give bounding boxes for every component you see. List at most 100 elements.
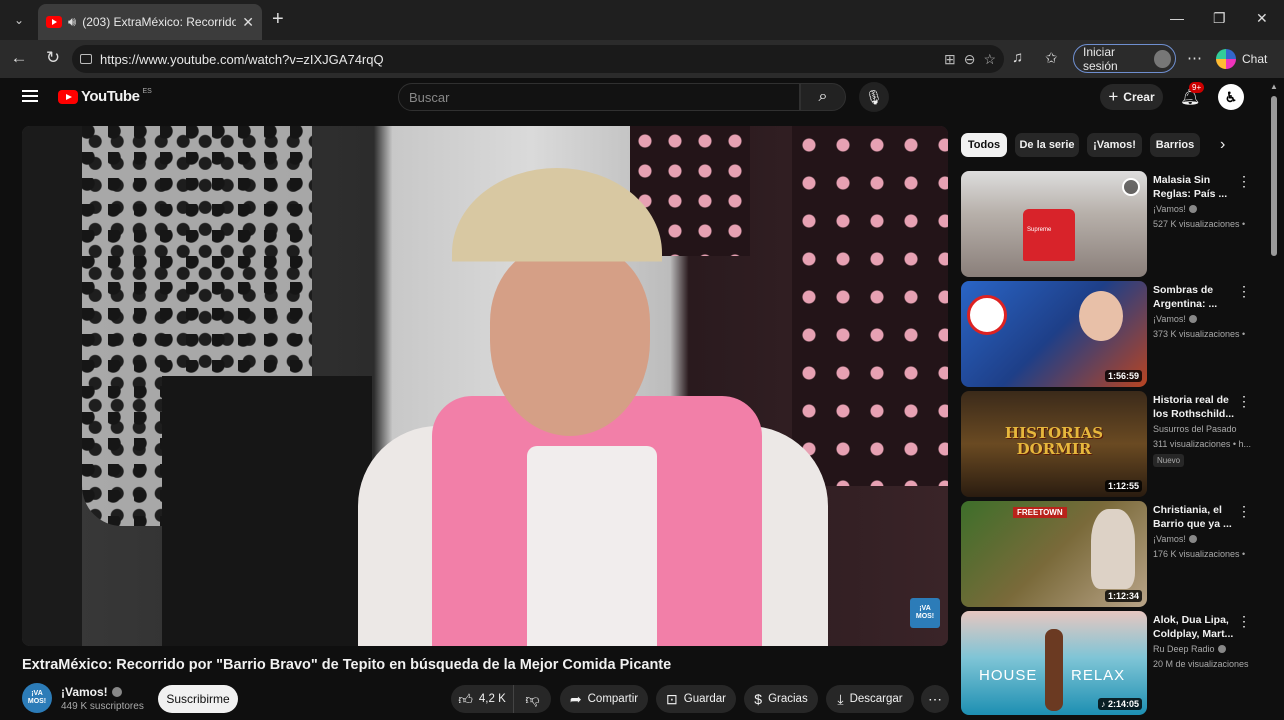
recommended-title[interactable]: Malasia Sin Reglas: País ... xyxy=(1153,173,1235,201)
video-duration-text: 2:14:05 xyxy=(1107,699,1139,709)
recommended-title[interactable]: Christiania, el Barrio que ya ... xyxy=(1153,503,1235,531)
video-duration: 1:12:55 xyxy=(1104,480,1142,492)
browser-tabstrip: ⌄ 🔊︎ (203) ExtraMéxico: Recorrido p ✕ + … xyxy=(0,0,1284,40)
thumbs-up-icon: 👍︎ xyxy=(458,690,473,707)
thumbnail-face xyxy=(1079,291,1123,341)
browser-tab[interactable]: 🔊︎ (203) ExtraMéxico: Recorrido p ✕ xyxy=(38,4,262,40)
recommended-video[interactable]: HOUSE RELAX ♪ 2:14:05 Alok, Dua Lipa, Co… xyxy=(961,611,1261,715)
video-player[interactable]: ¡VA MOS! xyxy=(22,126,948,646)
watch-later-icon[interactable] xyxy=(1122,178,1140,196)
bookmark-icon: ⊡ xyxy=(666,690,678,707)
more-options-icon[interactable]: ⋯ xyxy=(1187,49,1202,67)
voice-search-button[interactable]: 🎙︎ xyxy=(859,82,889,112)
recommended-video[interactable]: Supreme Malasia Sin Reglas: País ... ¡Va… xyxy=(961,171,1261,277)
close-window-icon[interactable]: ✕ xyxy=(1256,10,1268,27)
menu-icon[interactable] xyxy=(22,90,38,102)
subscribe-button[interactable]: Suscribirme xyxy=(158,685,238,713)
back-icon[interactable]: ← xyxy=(8,48,30,68)
search-button[interactable]: ⌕ xyxy=(800,83,846,111)
close-tab-icon[interactable]: ✕ xyxy=(242,14,254,31)
like-count: 4,2 K xyxy=(478,693,506,705)
chip-de-la-serie[interactable]: De la serie xyxy=(1015,133,1079,157)
share-icon: ➦ xyxy=(569,690,582,707)
thumbs-down-icon: 👎︎ xyxy=(525,690,540,707)
video-thumbnail[interactable]: HOUSE RELAX ♪ 2:14:05 xyxy=(961,611,1147,715)
chip-todos[interactable]: Todos xyxy=(961,133,1007,157)
scrollbar-thumb[interactable] xyxy=(1271,96,1277,256)
more-vertical-icon[interactable]: ⋮ xyxy=(1237,173,1251,190)
copilot-chat-button[interactable]: Chat xyxy=(1216,46,1267,72)
scroll-up-icon[interactable]: ▲ xyxy=(1270,82,1278,91)
channel-name[interactable]: ¡Vamos! xyxy=(61,685,108,699)
recommended-video[interactable]: FREETOWN 1:12:34 Christiania, el Barrio … xyxy=(961,501,1261,607)
chevron-right-icon[interactable]: › xyxy=(1220,136,1225,154)
download-label: Descargar xyxy=(849,693,903,705)
youtube-header: YouTube ES Buscar ⌕ 🎙︎ + Crear 🔔︎ 9+ ♿︎ xyxy=(0,78,1270,118)
recommended-channel[interactable]: ¡Vamos! xyxy=(1153,314,1186,324)
new-tab-icon[interactable]: + xyxy=(272,9,284,29)
more-horizontal-icon: ⋯ xyxy=(928,690,942,707)
tab-search-icon[interactable]: ⌄ xyxy=(8,9,30,31)
minimize-icon[interactable]: — xyxy=(1170,10,1184,26)
video-scene-face xyxy=(490,246,650,436)
reload-icon[interactable]: ↻ xyxy=(42,48,64,68)
app-available-icon[interactable]: ⊞ xyxy=(944,51,956,68)
more-vertical-icon[interactable]: ⋮ xyxy=(1237,613,1251,630)
recommended-channel[interactable]: ¡Vamos! xyxy=(1153,534,1186,544)
recommended-title[interactable]: Sombras de Argentina: ... xyxy=(1153,283,1235,311)
recommended-channel-row[interactable]: Susurros del Pasado xyxy=(1153,424,1237,434)
favorites-icon[interactable]: ✩ xyxy=(1045,49,1058,67)
channel-avatar[interactable]: ¡VA MOS! xyxy=(22,683,52,713)
youtube-logo[interactable]: YouTube ES xyxy=(58,88,152,105)
video-thumbnail[interactable]: HISTORIAS DORMIR 1:12:55 xyxy=(961,391,1147,497)
create-button[interactable]: + Crear xyxy=(1100,84,1163,110)
recommended-video[interactable]: HISTORIAS DORMIR 1:12:55 Historia real d… xyxy=(961,391,1261,497)
video-thumbnail[interactable]: FREETOWN 1:12:34 xyxy=(961,501,1147,607)
search-icon: ⌕ xyxy=(818,88,828,105)
save-button[interactable]: ⊡ Guardar xyxy=(656,685,736,713)
recommended-title[interactable]: Alok, Dua Lipa, Coldplay, Mart... xyxy=(1153,613,1235,641)
subscriber-count: 449 K suscriptores xyxy=(61,701,144,712)
accessibility-avatar-icon[interactable]: ♿︎ xyxy=(1218,84,1244,110)
more-vertical-icon[interactable]: ⋮ xyxy=(1237,283,1251,300)
signin-button[interactable]: Iniciar sesión xyxy=(1073,44,1176,73)
recommended-channel[interactable]: ¡Vamos! xyxy=(1153,204,1186,214)
maximize-icon[interactable]: ❐ xyxy=(1213,10,1226,27)
download-button[interactable]: ⤓ Descargar xyxy=(826,685,914,713)
channel-name-row[interactable]: ¡Vamos! xyxy=(61,685,122,699)
speaker-icon[interactable]: 🔊︎ xyxy=(68,14,76,30)
site-info-icon[interactable] xyxy=(80,54,92,64)
video-thumbnail[interactable]: Supreme xyxy=(961,171,1147,277)
verified-icon xyxy=(1217,645,1226,653)
video-thumbnail[interactable]: 1:56:59 xyxy=(961,281,1147,387)
thanks-button[interactable]: $ Gracias xyxy=(744,685,818,713)
more-actions-button[interactable]: ⋯ xyxy=(921,685,949,713)
address-bar[interactable]: https://www.youtube.com/watch?v=zIXJGA74… xyxy=(72,45,1004,73)
favorite-star-icon[interactable]: ☆ xyxy=(983,51,996,68)
dislike-button[interactable]: 👎︎ xyxy=(513,685,551,713)
search-input[interactable]: Buscar xyxy=(398,83,800,111)
page-scrollbar[interactable]: ▲ xyxy=(1268,80,1282,720)
thumbnail-text-relax: RELAX xyxy=(1071,667,1126,684)
recommended-channel[interactable]: Ru Deep Radio xyxy=(1153,644,1215,654)
share-button[interactable]: ➦ Compartir xyxy=(560,685,648,713)
browser-extension-icon[interactable]: ♫ xyxy=(1012,49,1023,66)
more-vertical-icon[interactable]: ⋮ xyxy=(1237,503,1251,520)
recommended-title[interactable]: Historia real de los Rothschild... xyxy=(1153,393,1235,421)
video-duration: 1:12:34 xyxy=(1104,590,1142,602)
recommended-channel-row[interactable]: ¡Vamos! xyxy=(1153,534,1197,544)
notifications-button[interactable]: 🔔︎ 9+ xyxy=(1180,82,1205,107)
recommended-channel-row[interactable]: ¡Vamos! xyxy=(1153,204,1197,214)
recommended-channel-row[interactable]: Ru Deep Radio xyxy=(1153,644,1226,654)
recommended-channel-row[interactable]: ¡Vamos! xyxy=(1153,314,1197,324)
url-text[interactable]: https://www.youtube.com/watch?v=zIXJGA74… xyxy=(100,52,936,67)
chip-barrios[interactable]: Barrios xyxy=(1150,133,1200,157)
zoom-icon[interactable]: ⊖ xyxy=(964,51,976,68)
more-vertical-icon[interactable]: ⋮ xyxy=(1237,393,1251,410)
video-title: ExtraMéxico: Recorrido por "Barrio Bravo… xyxy=(22,657,672,673)
recommended-channel[interactable]: Susurros del Pasado xyxy=(1153,424,1237,434)
recommended-video[interactable]: 1:56:59 Sombras de Argentina: ... ¡Vamos… xyxy=(961,281,1261,387)
chip-vamos[interactable]: ¡Vamos! xyxy=(1087,133,1142,157)
channel-watermark[interactable]: ¡VA MOS! xyxy=(910,598,940,628)
like-button[interactable]: 👍︎ 4,2 K xyxy=(451,685,513,713)
